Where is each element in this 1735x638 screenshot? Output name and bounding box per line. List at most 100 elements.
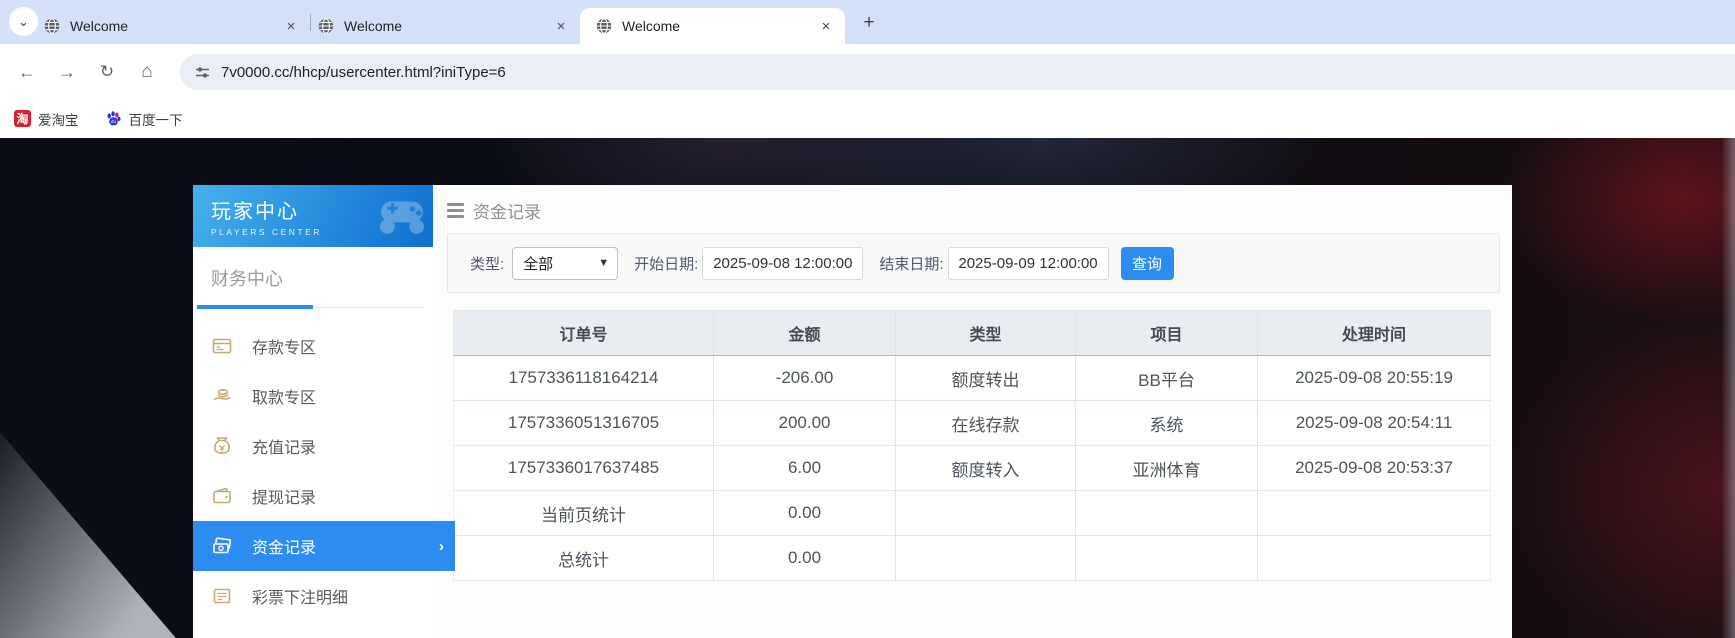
taobao-icon: 淘 (14, 110, 31, 127)
list-icon (212, 586, 232, 606)
new-tab-button[interactable]: + (856, 10, 882, 36)
table-row: 1757336051316705 200.00 在线存款 系统 2025-09-… (454, 401, 1491, 446)
deposit-card-icon (212, 336, 232, 356)
hamburger-icon[interactable] (447, 203, 464, 218)
cell-process-time: 2025-09-08 20:53:37 (1258, 446, 1491, 491)
globe-favicon (318, 18, 334, 34)
bookmark-taobao[interactable]: 淘 爱淘宝 (14, 109, 79, 129)
tab-separator (310, 14, 311, 31)
tab-title: Welcome (344, 18, 402, 34)
sidebar-menu: 存款专区 取款专区 充值记录 提现记录 资金记录 › 彩票下注明细 (193, 321, 433, 638)
sidebar-item-label: 历史投注记录 (252, 634, 348, 638)
reload-icon[interactable]: ↻ (92, 57, 122, 87)
cell-process-time: 2025-09-08 20:54:11 (1258, 401, 1491, 446)
sidebar-item-lottery-bet-details[interactable]: 彩票下注明细 (193, 571, 433, 621)
browser-toolbar: ← → ↻ ⌂ 7v0000.cc/hhcp/usercenter.html?i… (0, 44, 1735, 99)
globe-favicon (44, 18, 60, 34)
tab-1[interactable]: Welcome × (44, 8, 300, 44)
tab-title: Welcome (70, 18, 128, 34)
tab-3-active[interactable]: Welcome × (580, 8, 845, 44)
cell-label: 当前页统计 (454, 491, 714, 536)
col-order-no: 订单号 (454, 311, 714, 356)
sidebar-item-recharge-records[interactable]: 充值记录 (193, 421, 433, 471)
player-center-sidebar: 玩家中心 PLAYERS CENTER 财务中心 存款专区 取款专区 充值记录 (193, 185, 433, 638)
back-icon[interactable]: ← (12, 57, 42, 87)
table-row-grand-total: 总统计 0.00 (454, 536, 1491, 581)
end-date-input[interactable] (948, 247, 1109, 280)
address-bar[interactable]: 7v0000.cc/hhcp/usercenter.html?iniType=6 (180, 54, 1735, 90)
tab-list-chevron-button[interactable]: ⌄ (9, 7, 38, 36)
filter-bar: 类型: 全部 ▼ 开始日期: 结束日期: 查询 (447, 233, 1500, 293)
col-amount: 金额 (714, 311, 896, 356)
col-project: 项目 (1076, 311, 1258, 356)
search-button[interactable]: 查询 (1121, 247, 1174, 280)
sidebar-item-history-bet-records[interactable]: 历史投注记录 (193, 621, 433, 638)
bookmarks-bar: 淘 爱淘宝 du 百度一下 (0, 99, 1735, 138)
cell-amount: -206.00 (714, 356, 896, 401)
cell-type: 在线存款 (896, 401, 1076, 446)
cell-amount: 0.00 (714, 536, 896, 581)
end-date-label: 结束日期: (879, 253, 943, 274)
funds-records-table: 订单号 金额 类型 项目 处理时间 1757336118164214 -206.… (453, 310, 1491, 581)
background-wedge (0, 318, 220, 638)
cell-type: 额度转入 (896, 446, 1076, 491)
bookmark-label: 百度一下 (129, 109, 183, 129)
page-background: 玩家中心 PLAYERS CENTER 财务中心 存款专区 取款专区 充值记录 (0, 138, 1735, 638)
page-title: 资金记录 (473, 198, 541, 223)
type-select[interactable]: 全部 ▼ (512, 247, 618, 280)
sidebar-item-label: 取款专区 (252, 384, 316, 408)
chevron-right-icon: › (439, 538, 444, 555)
bookmark-baidu[interactable]: du 百度一下 (105, 109, 183, 129)
sidebar-item-withdrawal-records[interactable]: 提现记录 (193, 471, 433, 521)
col-type: 类型 (896, 311, 1076, 356)
cell-project: 亚洲体育 (1076, 446, 1258, 491)
start-date-label: 开始日期: (634, 253, 698, 274)
type-label: 类型: (470, 253, 504, 274)
cell-label: 总统计 (454, 536, 714, 581)
table-header-row: 订单号 金额 类型 项目 处理时间 (454, 311, 1491, 356)
table-row: 1757336118164214 -206.00 额度转出 BB平台 2025-… (454, 356, 1491, 401)
type-select-value: 全部 (523, 253, 553, 274)
cell-amount: 6.00 (714, 446, 896, 491)
banknotes-icon (212, 536, 232, 556)
cell-order-no: 1757336118164214 (454, 356, 714, 401)
cell-project: BB平台 (1076, 356, 1258, 401)
tab-close-icon[interactable]: × (282, 18, 300, 35)
chevron-down-icon: ▼ (598, 257, 609, 269)
sidebar-item-label: 提现记录 (252, 484, 316, 508)
cell-order-no: 1757336051316705 (454, 401, 714, 446)
cell-order-no: 1757336017637485 (454, 446, 714, 491)
sidebar-item-label: 资金记录 (252, 534, 316, 558)
home-icon[interactable]: ⌂ (132, 57, 162, 87)
money-bag-icon (212, 436, 232, 456)
cell-type: 额度转出 (896, 356, 1076, 401)
sidebar-item-label: 存款专区 (252, 334, 316, 358)
cell-project: 系统 (1076, 401, 1258, 446)
cell-amount: 0.00 (714, 491, 896, 536)
svg-text:du: du (110, 119, 116, 124)
background-right-edge (1721, 138, 1735, 638)
sidebar-item-withdraw-zone[interactable]: 取款专区 (193, 371, 433, 421)
funds-records-panel: 资金记录 类型: 全部 ▼ 开始日期: 结束日期: 查询 订单号 金额 类型 项… (433, 185, 1512, 638)
tab-close-icon[interactable]: × (817, 18, 835, 35)
sidebar-item-deposit-zone[interactable]: 存款专区 (193, 321, 433, 371)
wallet-icon (212, 486, 232, 506)
sidebar-item-label: 充值记录 (252, 434, 316, 458)
bookmark-label: 爱淘宝 (38, 109, 79, 129)
table-row-page-total: 当前页统计 0.00 (454, 491, 1491, 536)
gamepad-icon (379, 191, 425, 235)
tune-icon (194, 64, 211, 81)
globe-favicon (596, 18, 612, 34)
tab-close-icon[interactable]: × (552, 18, 570, 35)
tab-strip: ⌄ Welcome × Welcome × Welcome × + (0, 0, 1735, 44)
section-divider (197, 305, 425, 309)
sidebar-item-funds-records[interactable]: 资金记录 › (193, 521, 455, 571)
baidu-paw-icon: du (105, 110, 122, 127)
sidebar-item-label: 彩票下注明细 (252, 584, 348, 608)
forward-icon[interactable]: → (52, 57, 82, 87)
hand-coins-icon (212, 386, 232, 406)
col-process-time: 处理时间 (1258, 311, 1491, 356)
tab-2[interactable]: Welcome × (318, 8, 570, 44)
cell-process-time: 2025-09-08 20:55:19 (1258, 356, 1491, 401)
start-date-input[interactable] (702, 247, 863, 280)
